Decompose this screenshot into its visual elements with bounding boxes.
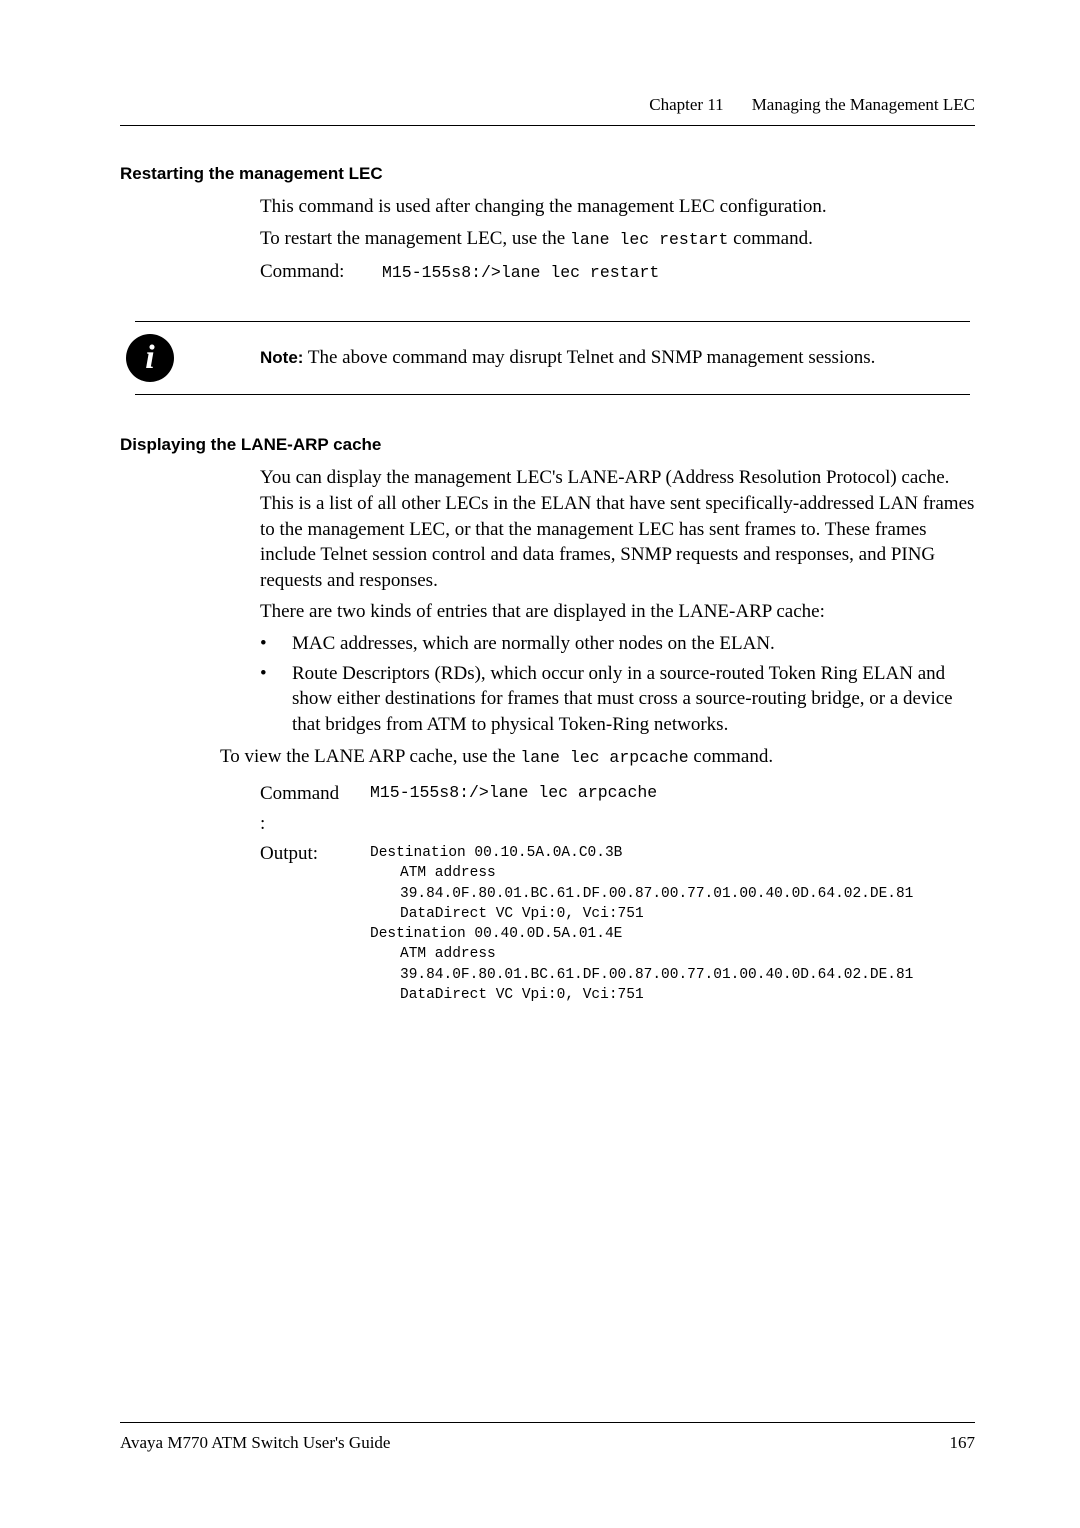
output-block: Output: Destination 00.10.5A.0A.C0.3B AT…: [260, 843, 975, 1005]
output-line: DataDirect VC Vpi:0, Vci:751: [370, 904, 975, 924]
output-label: Output:: [260, 843, 370, 1005]
note-rule-bottom: [135, 394, 970, 395]
footer-row: Avaya M770 ATM Switch User's Guide 167: [120, 1433, 975, 1453]
note-text: Note: The above command may disrupt Teln…: [260, 347, 875, 369]
bullet-marker: •: [260, 661, 292, 738]
info-i-glyph: i: [145, 339, 154, 377]
output-line: Destination 00.40.0D.5A.01.4E: [370, 924, 975, 944]
note-label: Note:: [260, 348, 303, 367]
list-item-text: MAC addresses, which are normally other …: [292, 631, 775, 657]
output-line: Destination 00.10.5A.0A.C0.3B: [370, 843, 975, 863]
output-content: Destination 00.10.5A.0A.C0.3B ATM addres…: [370, 843, 975, 1005]
info-icon-circle: i: [126, 334, 174, 382]
bullet-list: • MAC addresses, which are normally othe…: [260, 631, 975, 738]
footer-rule: [120, 1422, 975, 1423]
text-run: command.: [728, 228, 812, 249]
list-item: • Route Descriptors (RDs), which occur o…: [260, 661, 975, 738]
bullet-marker: •: [260, 631, 292, 657]
list-item: • MAC addresses, which are normally othe…: [260, 631, 975, 657]
note-body: The above command may disrupt Telnet and…: [303, 347, 875, 368]
command-row: Command: M15-155s8:/>lane lec restart: [260, 261, 975, 283]
command-block: Command M15-155s8:/>lane lec arpcache: [260, 783, 975, 805]
section-heading-arp: Displaying the LANE-ARP cache: [120, 435, 975, 455]
section-heading-restart: Restarting the management LEC: [120, 164, 975, 184]
text-run: To view the LANE ARP cache, use the: [220, 746, 520, 767]
output-line: ATM address 39.84.0F.80.01.BC.61.DF.00.8…: [370, 863, 975, 904]
paragraph: To view the LANE ARP cache, use the lane…: [220, 744, 975, 770]
note-block: i Note: The above command may disrupt Te…: [120, 321, 975, 395]
footer-left: Avaya M770 ATM Switch User's Guide: [120, 1433, 390, 1453]
paragraph: To restart the management LEC, use the l…: [260, 226, 975, 252]
inline-code: lane lec restart: [570, 230, 728, 249]
text-run: command.: [689, 746, 773, 767]
output-line: ATM address 39.84.0F.80.01.BC.61.DF.00.8…: [370, 944, 975, 985]
command-label: Command:: [260, 261, 382, 283]
paragraph: This command is used after changing the …: [260, 194, 975, 220]
command-label-line1: Command: [260, 783, 339, 804]
list-item-text: Route Descriptors (RDs), which occur onl…: [292, 661, 975, 738]
output-line: DataDirect VC Vpi:0, Vci:751: [370, 985, 975, 1005]
inline-code: lane lec arpcache: [520, 748, 688, 767]
command-text: M15-155s8:/>lane lec restart: [382, 263, 659, 282]
command-label-colon: :: [260, 811, 975, 837]
command-label: Command: [260, 783, 370, 805]
text-run: To restart the management LEC, use the: [260, 228, 570, 249]
chapter-title: Managing the Management LEC: [752, 95, 975, 115]
page-header: Chapter 11 Managing the Management LEC: [120, 95, 975, 115]
command-text: M15-155s8:/>lane lec arpcache: [370, 783, 657, 805]
paragraph: You can display the management LEC's LAN…: [260, 465, 975, 593]
page-number: 167: [950, 1433, 976, 1453]
note-row: i Note: The above command may disrupt Te…: [120, 322, 975, 394]
chapter-number: Chapter 11: [649, 95, 723, 115]
page-footer: Avaya M770 ATM Switch User's Guide 167: [120, 1422, 975, 1453]
info-icon: i: [120, 334, 180, 382]
paragraph: There are two kinds of entries that are …: [260, 599, 975, 625]
header-rule: [120, 125, 975, 126]
